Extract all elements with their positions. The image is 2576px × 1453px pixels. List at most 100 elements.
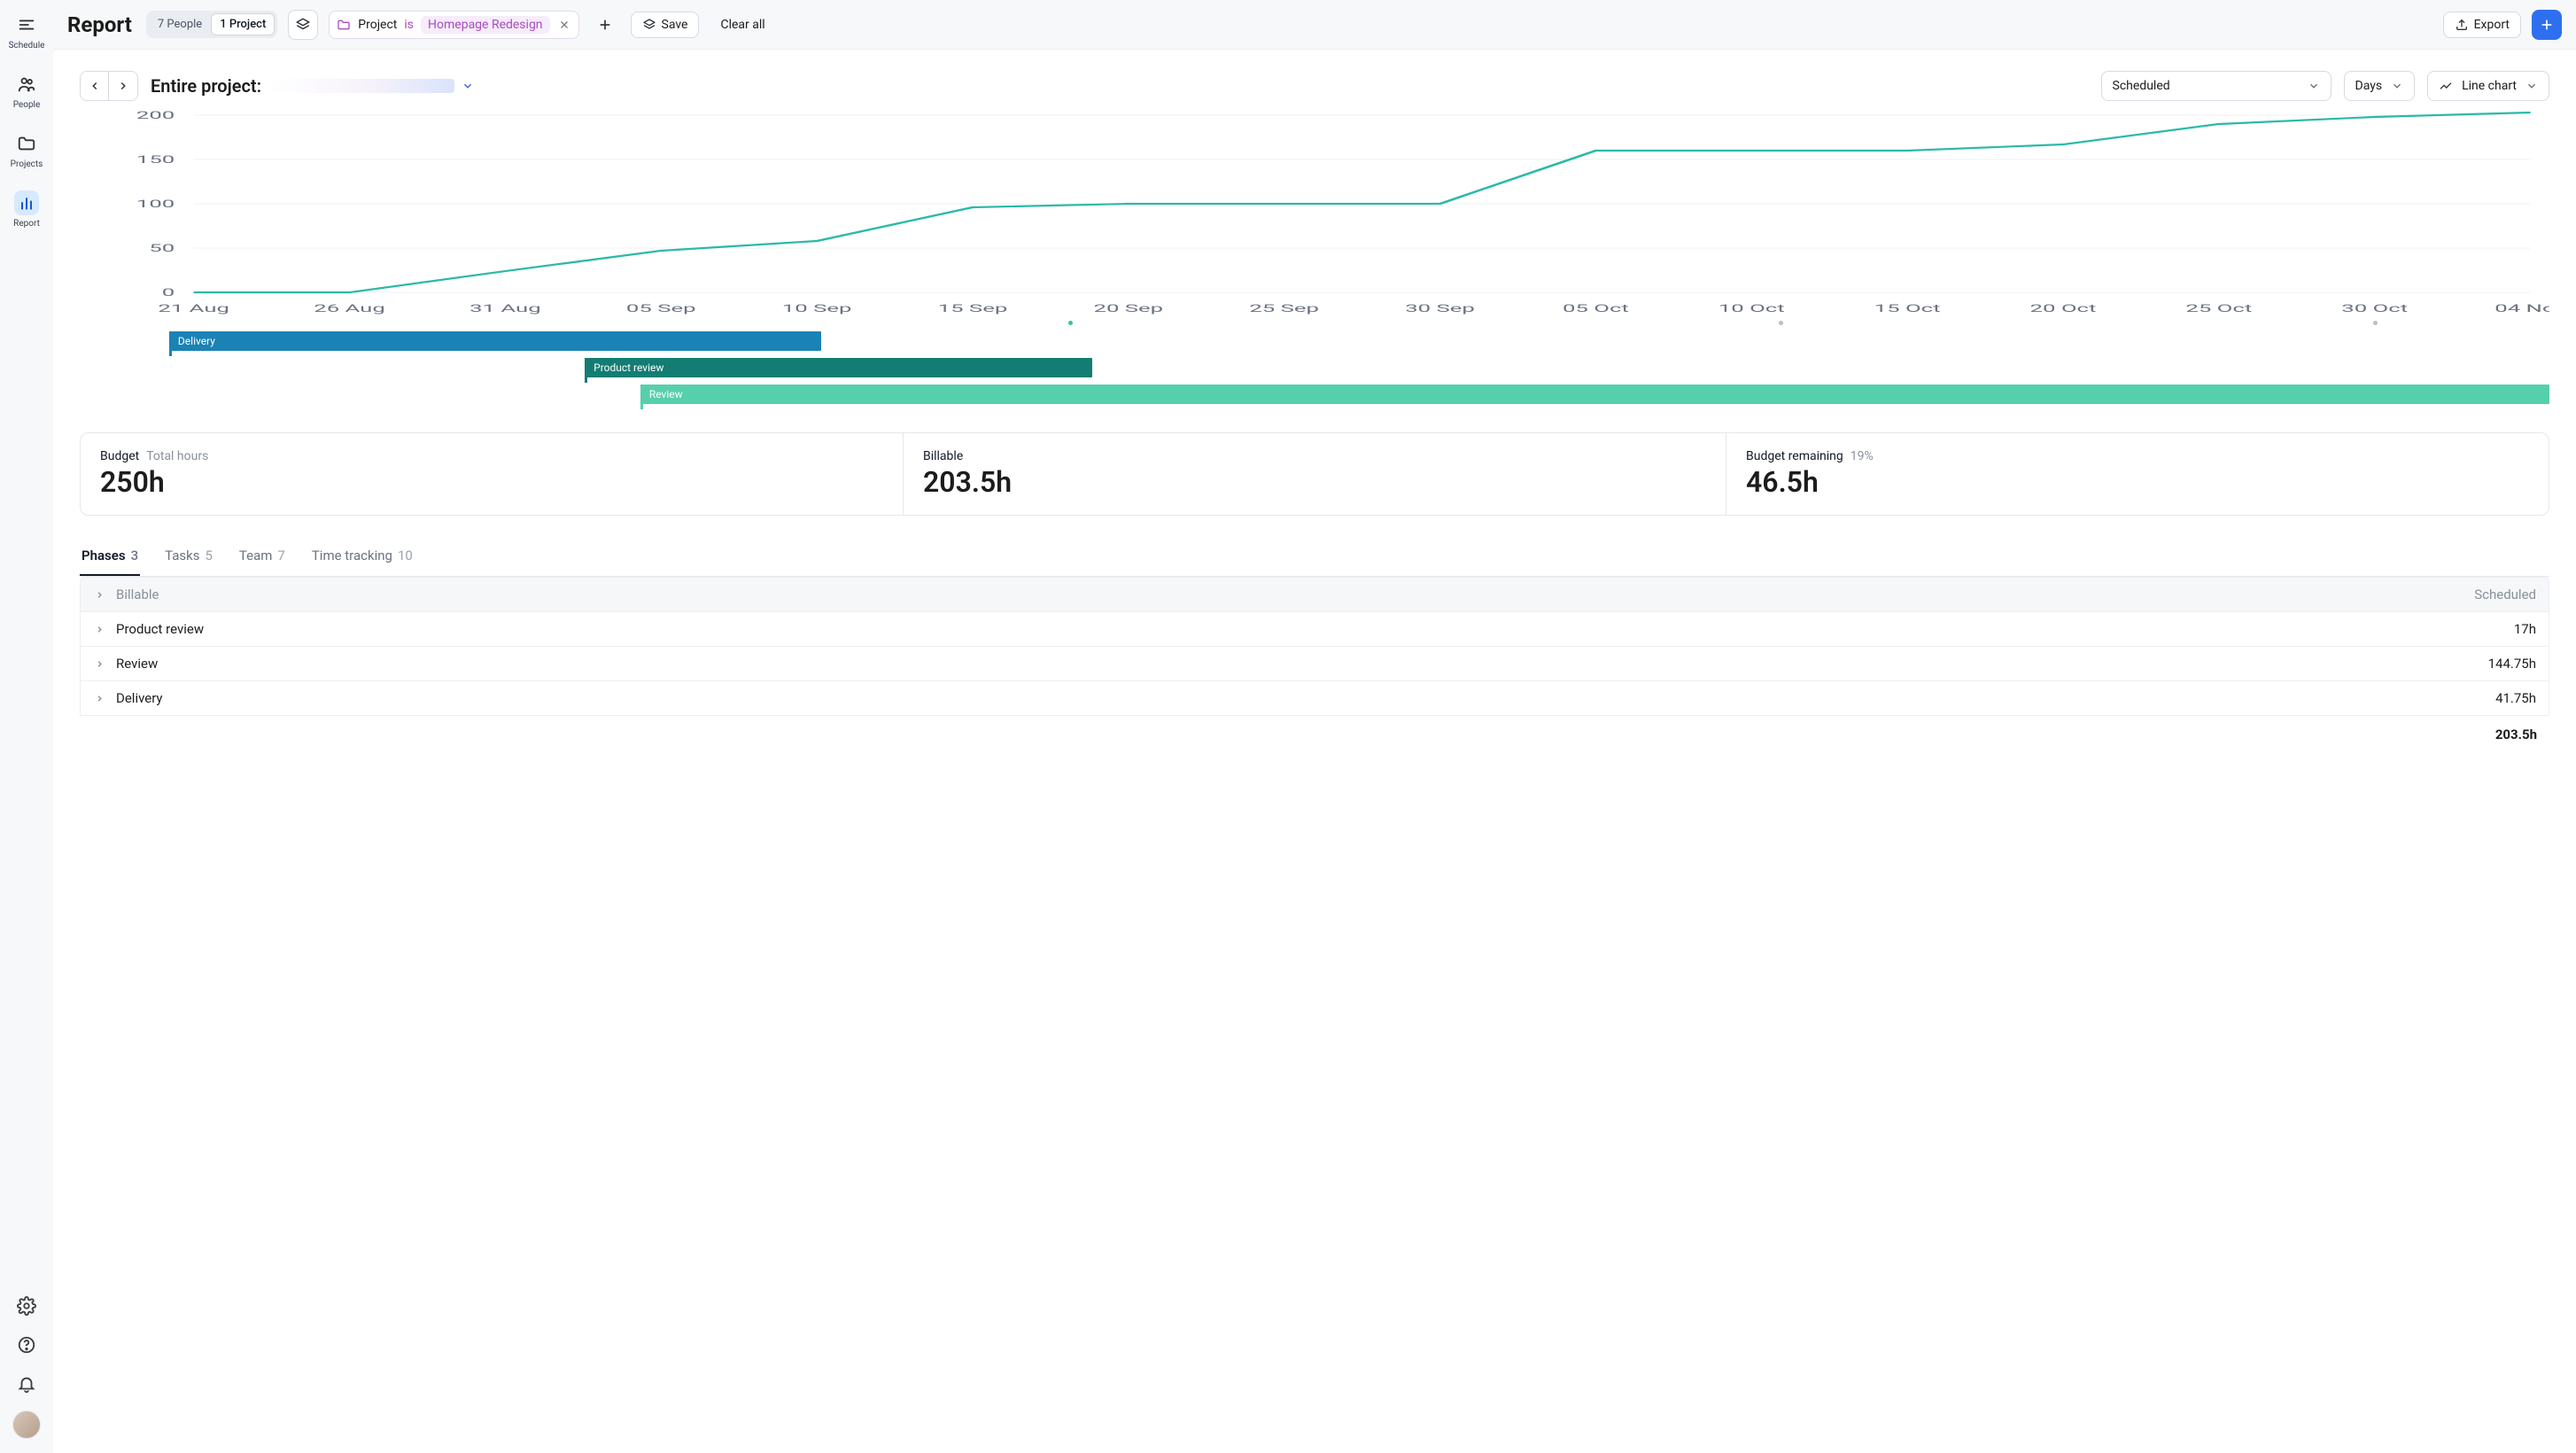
phase-bar-delivery[interactable]: Delivery bbox=[169, 331, 822, 351]
range-gradient bbox=[268, 79, 454, 93]
expand-toggle[interactable] bbox=[93, 659, 105, 669]
phase-bar-label: Delivery bbox=[178, 335, 215, 347]
table-row[interactable]: Delivery41.75h bbox=[80, 681, 2549, 716]
chevron-right-icon bbox=[117, 80, 129, 92]
svg-text:21 Aug: 21 Aug bbox=[158, 302, 229, 315]
layers-icon bbox=[642, 18, 656, 32]
layers-icon bbox=[295, 17, 311, 33]
table-row[interactable]: Review144.75h bbox=[80, 647, 2549, 681]
phases-table: Billable Scheduled Product review17hRevi… bbox=[80, 577, 2549, 753]
tab-time-tracking[interactable]: Time tracking 10 bbox=[310, 539, 415, 576]
people-project-toggle[interactable]: 7 People 1 Project bbox=[146, 11, 277, 38]
tab-label: Phases bbox=[81, 548, 126, 563]
save-button[interactable]: Save bbox=[631, 12, 700, 38]
prev-button[interactable] bbox=[81, 72, 109, 100]
metric-value: Scheduled bbox=[2113, 79, 2170, 93]
tab-count: 10 bbox=[398, 548, 413, 563]
phase-bar-review[interactable]: Review bbox=[640, 385, 2549, 404]
stat-billable: Billable 203.5h bbox=[903, 433, 1726, 515]
add-button[interactable] bbox=[2532, 10, 2562, 40]
phase-bars: Delivery Product review Review bbox=[133, 331, 2549, 411]
next-button[interactable] bbox=[109, 72, 137, 100]
expand-toggle[interactable] bbox=[93, 590, 105, 600]
upload-icon bbox=[2455, 18, 2469, 32]
range-picker[interactable]: Entire project: bbox=[151, 75, 474, 97]
granularity-value: Days bbox=[2355, 79, 2383, 93]
chevron-right-icon bbox=[95, 590, 105, 600]
sidebar-item-label: Schedule bbox=[9, 41, 45, 51]
table-footer: 203.5h bbox=[80, 716, 2549, 753]
phase-bar-label: Product review bbox=[594, 361, 663, 374]
tab-team[interactable]: Team 7 bbox=[237, 539, 287, 576]
svg-text:150: 150 bbox=[136, 153, 175, 166]
filter-remove[interactable] bbox=[557, 19, 571, 30]
settings-button[interactable] bbox=[14, 1294, 39, 1318]
sidebar-item-schedule[interactable]: Schedule bbox=[0, 7, 53, 56]
stats-row: Budget Total hours 250h Billable 203.5h … bbox=[80, 432, 2549, 516]
svg-text:05 Oct: 05 Oct bbox=[1563, 302, 1629, 315]
phase-bar-product-review[interactable]: Product review bbox=[585, 358, 1092, 377]
tab-label: Team bbox=[239, 548, 273, 563]
stat-remaining: Budget remaining 19% 46.5h bbox=[1726, 433, 2549, 515]
chevron-right-icon bbox=[95, 659, 105, 669]
col-scheduled: Scheduled bbox=[2474, 587, 2536, 602]
chevron-down-icon bbox=[2391, 80, 2403, 92]
tab-phases[interactable]: Phases 3 bbox=[80, 539, 140, 576]
clear-all-button[interactable]: Clear all bbox=[710, 12, 775, 37]
svg-text:100: 100 bbox=[136, 198, 175, 210]
sidebar-item-label: Projects bbox=[11, 159, 43, 169]
project-pill[interactable]: 1 Project bbox=[211, 13, 275, 35]
people-pill[interactable]: 7 People bbox=[149, 13, 211, 35]
sidebar-item-projects[interactable]: Projects bbox=[0, 126, 53, 175]
filter-chip-project[interactable]: Project is Homepage Redesign bbox=[329, 11, 578, 39]
stat-label-text: Budget remaining bbox=[1746, 449, 1843, 463]
notifications-button[interactable] bbox=[14, 1371, 39, 1396]
stat-label-text: Budget bbox=[100, 449, 139, 463]
tab-count: 5 bbox=[205, 548, 212, 563]
expand-toggle[interactable] bbox=[93, 625, 105, 634]
svg-text:30 Oct: 30 Oct bbox=[2341, 302, 2408, 315]
chevron-left-icon bbox=[89, 80, 101, 92]
sidebar-item-report[interactable]: Report bbox=[0, 185, 53, 234]
people-icon bbox=[14, 72, 39, 97]
sidebar-item-people[interactable]: People bbox=[0, 66, 53, 115]
plus-icon bbox=[2540, 18, 2554, 32]
line-chart: 05010015020021 Aug26 Aug31 Aug05 Sep10 S… bbox=[80, 106, 2549, 319]
plus-icon bbox=[598, 18, 612, 32]
svg-text:25 Sep: 25 Sep bbox=[1249, 302, 1319, 315]
export-button[interactable]: Export bbox=[2443, 12, 2521, 38]
phase-bar-label: Review bbox=[649, 388, 683, 400]
layers-button[interactable] bbox=[288, 10, 318, 40]
row-value: 17h bbox=[2514, 621, 2536, 637]
folder-icon bbox=[337, 18, 351, 32]
help-button[interactable] bbox=[14, 1333, 39, 1357]
export-label: Export bbox=[2474, 18, 2510, 32]
stat-value: 250h bbox=[100, 465, 883, 499]
header-bar: Report 7 People 1 Project Project is Hom… bbox=[53, 0, 2576, 50]
add-filter-button[interactable] bbox=[590, 10, 620, 40]
table-total: 203.5h bbox=[2495, 726, 2537, 742]
avatar[interactable] bbox=[12, 1410, 41, 1439]
chevron-right-icon bbox=[95, 694, 105, 703]
content-scroll[interactable]: Entire project: Scheduled Days Line char… bbox=[53, 50, 2576, 1453]
svg-text:31 Aug: 31 Aug bbox=[469, 302, 541, 315]
chevron-down-icon bbox=[2308, 80, 2320, 92]
folder-icon bbox=[14, 131, 39, 156]
svg-text:25 Oct: 25 Oct bbox=[2185, 302, 2252, 315]
table-row[interactable]: Product review17h bbox=[80, 612, 2549, 647]
svg-text:26 Aug: 26 Aug bbox=[314, 302, 385, 315]
row-name: Review bbox=[116, 656, 158, 672]
svg-text:0: 0 bbox=[162, 286, 175, 299]
tab-tasks[interactable]: Tasks 5 bbox=[163, 539, 214, 576]
granularity-select[interactable]: Days bbox=[2344, 71, 2416, 101]
row-value: 41.75h bbox=[2495, 690, 2536, 706]
svg-text:05 Sep: 05 Sep bbox=[626, 302, 696, 315]
svg-text:20 Oct: 20 Oct bbox=[2030, 302, 2097, 315]
controls-row: Entire project: Scheduled Days Line char… bbox=[80, 71, 2549, 101]
metric-select[interactable]: Scheduled bbox=[2101, 71, 2332, 101]
milestone-dots bbox=[133, 319, 2549, 328]
stat-value: 203.5h bbox=[923, 465, 1706, 499]
chart-type-select[interactable]: Line chart bbox=[2427, 71, 2549, 101]
tab-count: 7 bbox=[277, 548, 284, 563]
expand-toggle[interactable] bbox=[93, 694, 105, 703]
